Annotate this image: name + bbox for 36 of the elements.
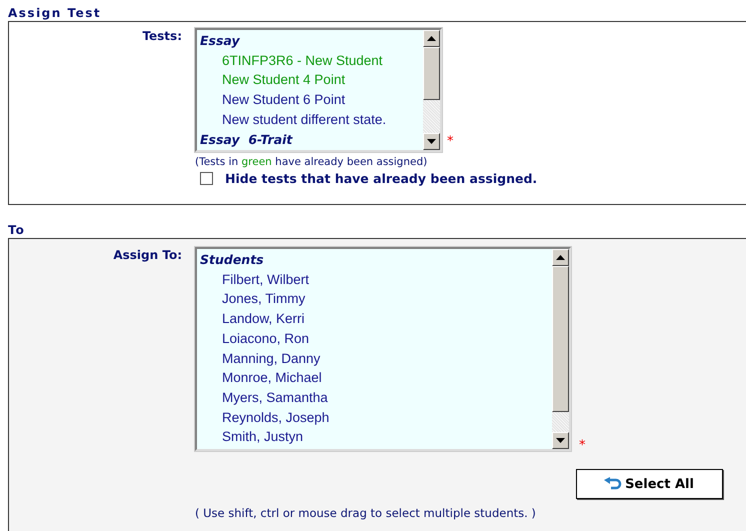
list-option[interactable]: Smith, Justyn xyxy=(200,427,549,448)
list-option[interactable]: New Student 4 Point xyxy=(200,70,420,90)
up-arrow-icon xyxy=(556,255,565,260)
scrollbar[interactable] xyxy=(423,30,440,150)
undo-arrow-icon xyxy=(604,477,622,491)
checkbox-label[interactable]: Hide tests that have already been assigned. xyxy=(225,171,538,186)
list-option[interactable]: Manning, Danny xyxy=(200,348,549,368)
down-arrow-icon xyxy=(427,139,436,144)
assigned-note: (Tests in green have already been assigned) xyxy=(195,155,428,169)
list-option[interactable]: Monroe, Michael xyxy=(200,368,549,388)
list-option[interactable]: Myers, Samantha xyxy=(200,388,549,408)
down-arrow-icon xyxy=(556,438,565,443)
section-heading: To xyxy=(8,222,25,238)
list-option[interactable]: New student different state. xyxy=(200,110,420,130)
list-group-header: Essay xyxy=(200,32,241,50)
field-label: Tests: xyxy=(141,28,183,45)
checkbox[interactable] xyxy=(200,172,213,185)
select-all-button[interactable]: Select All xyxy=(576,469,722,499)
list-option[interactable]: Reynolds, Joseph xyxy=(200,408,549,428)
required-mark: * xyxy=(447,134,454,149)
list-option[interactable]: Landow, Kerri xyxy=(200,309,549,329)
hint-text: ( Use shift, ctrl or mouse drag to select multiple students. ) xyxy=(195,506,537,520)
list-option[interactable]: 6TINFP3R6 - New Student xyxy=(200,50,420,70)
list-option[interactable]: Filbert, Wilbert xyxy=(200,270,549,290)
section-heading: Assign Test xyxy=(8,5,102,21)
list-option[interactable]: Jones, Timmy xyxy=(200,289,549,310)
list-option[interactable]: New Student 6 Point xyxy=(200,90,420,110)
required-mark: * xyxy=(579,438,586,453)
tests-listbox[interactable]: Essay 6TINFP3R6 - New Student New Student 4 Point New Student 6 Point New student different state. Essay 6-Trait xyxy=(195,28,442,152)
up-arrow-icon xyxy=(427,36,436,41)
students-listbox[interactable]: Students Filbert, Wilbert Jones, Timmy Landow, Kerri Loiacono, Ron Manning, Danny Monroe, Michael Myers, Samantha Reynolds, Joseph Smith, Justyn xyxy=(195,247,571,451)
scrollbar[interactable] xyxy=(552,249,569,449)
list-group-header: Students xyxy=(200,251,265,269)
field-label: Assign To: xyxy=(112,247,183,264)
list-group-header: Essay 6-Trait xyxy=(200,130,294,149)
list-option[interactable]: Loiacono, Ron xyxy=(200,328,549,349)
